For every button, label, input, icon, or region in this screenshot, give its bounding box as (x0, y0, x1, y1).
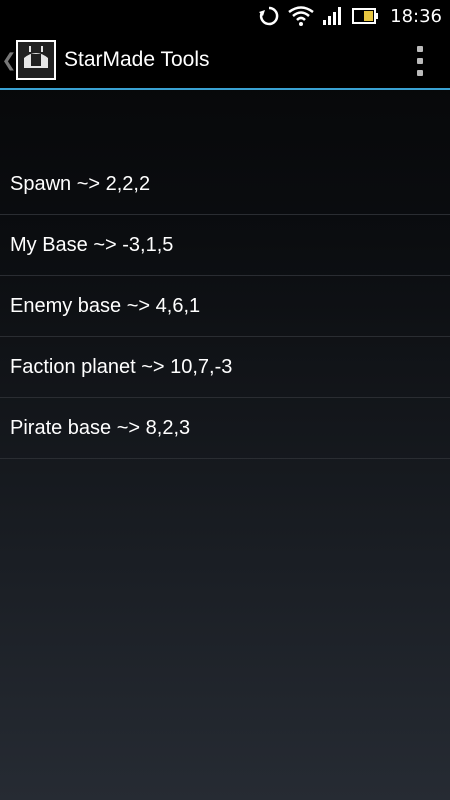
battery-icon (352, 7, 380, 25)
list-item-spawn[interactable]: Spawn ~> 2,2,2 (0, 154, 450, 215)
signal-icon (322, 6, 344, 26)
screen: 18:36 ❮ StarMade Tools Spawn ~> 2,2,2 My… (0, 0, 450, 800)
status-bar: 18:36 (0, 0, 450, 32)
app-icon[interactable] (16, 40, 56, 80)
list-item-my-base[interactable]: My Base ~> -3,1,5 (0, 215, 450, 276)
wifi-icon (288, 6, 314, 26)
list-item-faction-planet[interactable]: Faction planet ~> 10,7,-3 (0, 337, 450, 398)
sync-icon (258, 5, 280, 27)
app-title: StarMade Tools (64, 48, 210, 71)
list-item-enemy-base[interactable]: Enemy base ~> 4,6,1 (0, 276, 450, 337)
status-time: 18:36 (390, 5, 442, 27)
list-item-pirate-base[interactable]: Pirate base ~> 8,2,3 (0, 398, 450, 459)
action-bar: ❮ StarMade Tools (0, 32, 450, 90)
location-list: Spawn ~> 2,2,2 My Base ~> -3,1,5 Enemy b… (0, 154, 450, 459)
up-caret-icon[interactable]: ❮ (1, 50, 16, 71)
overflow-menu-icon[interactable] (412, 46, 428, 76)
